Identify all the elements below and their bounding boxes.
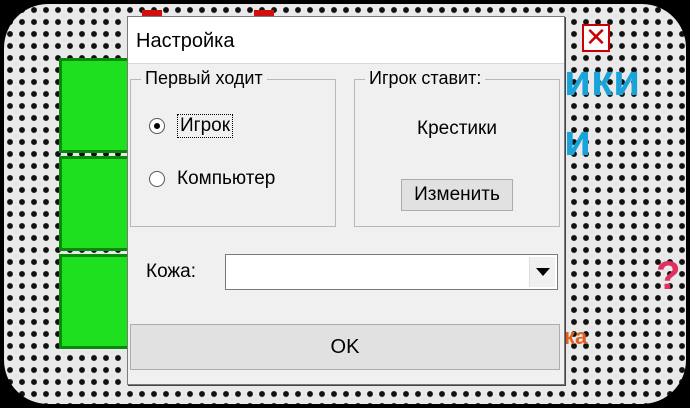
bottom-label-fragment: ка bbox=[564, 324, 588, 349]
radio-label-computer: Компьютер bbox=[177, 168, 276, 189]
radio-option-computer[interactable]: Компьютер bbox=[149, 168, 275, 190]
close-icon[interactable]: ✕ bbox=[582, 24, 610, 52]
radio-button-icon[interactable] bbox=[149, 118, 165, 134]
game-title-fragment: ики bbox=[564, 56, 641, 105]
game-title-fragment: и bbox=[564, 116, 592, 165]
help-icon[interactable]: ? bbox=[656, 254, 680, 299]
first-move-group: Первый ходит Игрок Компьютер bbox=[130, 68, 336, 227]
change-button[interactable]: Изменить bbox=[401, 179, 513, 211]
settings-dialog: Настройка Первый ходит Игрок Компьютер И… bbox=[127, 16, 565, 385]
radio-option-player[interactable]: Игрок bbox=[149, 114, 234, 138]
player-places-value: Крестики bbox=[417, 118, 497, 139]
first-move-label: Первый ходит bbox=[141, 68, 267, 89]
player-places-label: Игрок ставит: bbox=[365, 68, 486, 89]
skin-label: Кожа: bbox=[146, 261, 196, 282]
chevron-down-icon[interactable] bbox=[529, 257, 555, 287]
radio-label-player: Игрок bbox=[177, 114, 234, 138]
ok-button[interactable]: OK bbox=[130, 324, 560, 370]
dialog-title: Настройка bbox=[128, 17, 564, 64]
player-places-group: Игрок ставит: Крестики Изменить bbox=[354, 68, 560, 227]
radio-button-icon[interactable] bbox=[149, 171, 165, 187]
skin-dropdown[interactable] bbox=[225, 254, 558, 290]
